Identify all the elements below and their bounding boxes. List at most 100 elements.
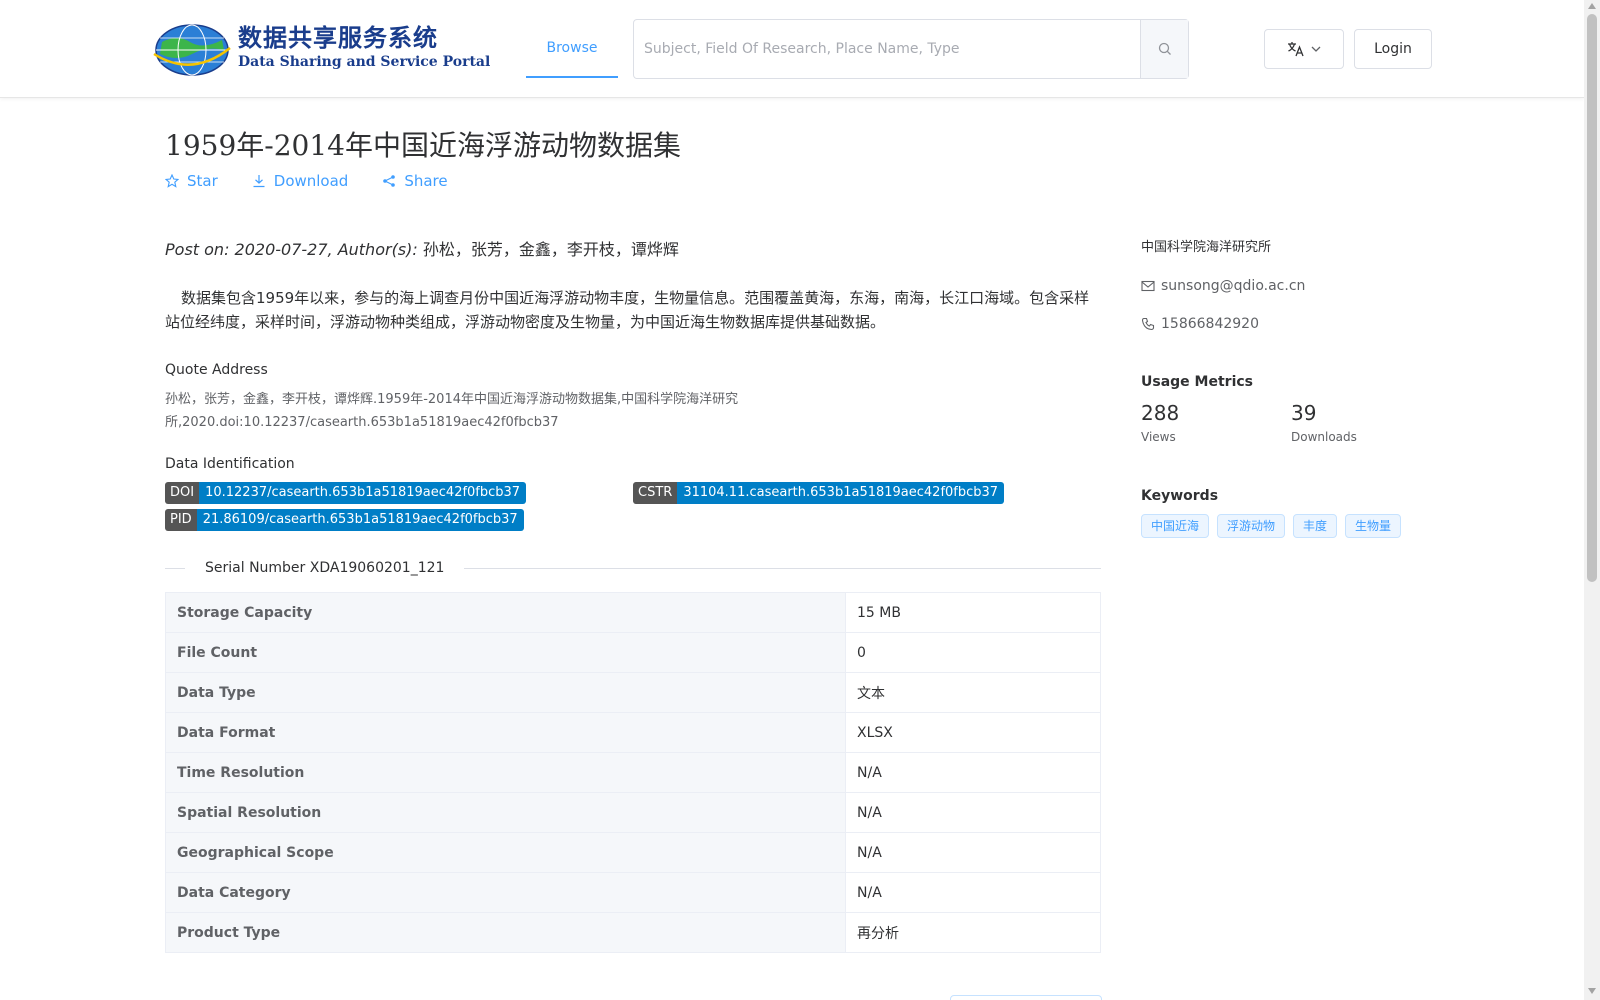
detail-key: Data Type bbox=[165, 672, 846, 713]
share-label: Share bbox=[404, 172, 448, 190]
authors: 孙松，张芳，金鑫，李开枝，谭烨辉 bbox=[422, 240, 679, 259]
logo-english-title: Data Sharing and Service Portal bbox=[238, 54, 491, 70]
contact-phone[interactable]: 15866842920 bbox=[1141, 308, 1441, 340]
post-date: Post on: 2020-07-27, Author(s): bbox=[165, 240, 418, 259]
keyword-tag[interactable]: 丰度 bbox=[1293, 514, 1338, 538]
table-row: Time Resolution N/A bbox=[165, 752, 1101, 793]
star-button[interactable]: Star bbox=[165, 172, 218, 190]
organization-name: 中国科学院海洋研究所 bbox=[1141, 240, 1272, 255]
downloads-label: Downloads bbox=[1291, 430, 1357, 444]
keyword-tag[interactable]: 浮游动物 bbox=[1217, 514, 1286, 538]
doi-badge-value: 10.12237/casearth.653b1a51819aec42f0fbcb… bbox=[199, 482, 527, 504]
views-label: Views bbox=[1141, 430, 1176, 444]
pid-badge[interactable]: PID 21.86109/casearth.653b1a51819aec42f0… bbox=[165, 509, 524, 531]
search-button[interactable] bbox=[1140, 20, 1188, 78]
table-row: Data Format XLSX bbox=[165, 712, 1101, 753]
table-row: File Count 0 bbox=[165, 632, 1101, 673]
detail-value: N/A bbox=[845, 752, 1101, 793]
cstr-badge[interactable]: CSTR 31104.11.casearth.653b1a51819aec42f… bbox=[633, 482, 1005, 504]
detail-key: Data Format bbox=[165, 712, 846, 753]
doi-badge[interactable]: DOI 10.12237/casearth.653b1a51819aec42f0… bbox=[165, 482, 527, 504]
doi-badge-key: DOI bbox=[165, 482, 200, 504]
downloads-metric: 39 Downloads bbox=[1291, 398, 1441, 446]
detail-key: File Count bbox=[165, 632, 846, 673]
downloads-count: 39 bbox=[1291, 401, 1317, 425]
language-switcher[interactable] bbox=[1264, 29, 1344, 69]
table-row: Geographical Scope N/A bbox=[165, 832, 1101, 873]
page-scrollbar[interactable] bbox=[1584, 0, 1600, 1000]
partial-button-below[interactable] bbox=[950, 995, 1102, 1000]
dataset-sidebar: 中国科学院海洋研究所 sunsong@qdio.ac.cn 1586684292… bbox=[1141, 232, 1441, 538]
keyword-tag[interactable]: 生物量 bbox=[1345, 514, 1402, 538]
dataset-main-content: Post on: 2020-07-27, Author(s): 孙松，张芳，金鑫… bbox=[165, 232, 1101, 953]
download-button[interactable]: Download bbox=[252, 172, 349, 190]
detail-value: XLSX bbox=[845, 712, 1101, 753]
table-row: Data Type 文本 bbox=[165, 672, 1101, 713]
detail-value: 文本 bbox=[845, 672, 1101, 713]
serial-number-divider: Serial Number XDA19060201_121 bbox=[165, 556, 1101, 580]
star-icon bbox=[165, 174, 179, 188]
detail-key: Time Resolution bbox=[165, 752, 846, 793]
cstr-badge-key: CSTR bbox=[633, 482, 678, 504]
mail-icon bbox=[1141, 280, 1155, 292]
dataset-title: 1959年-2014年中国近海浮游动物数据集 bbox=[165, 129, 681, 162]
translate-icon bbox=[1288, 42, 1304, 57]
download-icon bbox=[253, 175, 265, 188]
login-button[interactable]: Login bbox=[1354, 29, 1432, 69]
scroll-up-arrow-icon[interactable] bbox=[1588, 3, 1596, 9]
site-logo[interactable]: 数据共享服务系统 Data Sharing and Service Portal bbox=[152, 20, 490, 76]
detail-value: 0 bbox=[845, 632, 1101, 673]
quote-address-label: Quote Address bbox=[165, 362, 268, 378]
share-button[interactable]: Share bbox=[382, 172, 448, 190]
search-bar bbox=[633, 19, 1189, 79]
chevron-down-icon bbox=[1311, 46, 1321, 52]
cstr-badge-value: 31104.11.casearth.653b1a51819aec42f0fbcb… bbox=[677, 482, 1005, 504]
detail-value: N/A bbox=[845, 872, 1101, 913]
identifier-badges: DOI 10.12237/casearth.653b1a51819aec42f0… bbox=[165, 482, 1101, 538]
search-input[interactable] bbox=[634, 20, 1140, 78]
scroll-down-arrow-icon[interactable] bbox=[1588, 988, 1596, 994]
detail-key: Product Type bbox=[165, 912, 846, 953]
scrollbar-thumb[interactable] bbox=[1587, 14, 1597, 582]
dataset-description: 数据集包含1959年以来，参与的海上调查月份中国近海浮游动物丰度，生物量信息。范… bbox=[165, 289, 1090, 331]
detail-key: Geographical Scope bbox=[165, 832, 846, 873]
keyword-tags: 中国近海 浮游动物 丰度 生物量 bbox=[1141, 514, 1441, 538]
usage-metrics-title: Usage Metrics bbox=[1141, 374, 1253, 390]
data-identification-label: Data Identification bbox=[165, 456, 295, 472]
quote-address-text: 孙松，张芳，金鑫，李开枝，谭烨辉.1959年-2014年中国近海浮游动物数据集,… bbox=[165, 392, 739, 430]
table-row: Data Category N/A bbox=[165, 872, 1101, 913]
globe-logo-icon bbox=[153, 24, 231, 76]
phone-text: 15866842920 bbox=[1161, 316, 1259, 332]
detail-key: Spatial Resolution bbox=[165, 792, 846, 833]
pid-badge-key: PID bbox=[165, 509, 197, 531]
email-text: sunsong@qdio.ac.cn bbox=[1161, 278, 1306, 294]
serial-number: Serial Number XDA19060201_121 bbox=[185, 556, 465, 580]
pid-badge-value: 21.86109/casearth.653b1a51819aec42f0fbcb… bbox=[196, 509, 524, 531]
contact-email[interactable]: sunsong@qdio.ac.cn bbox=[1141, 270, 1441, 302]
views-count: 288 bbox=[1141, 401, 1180, 425]
detail-key: Data Category bbox=[165, 872, 846, 913]
detail-value: N/A bbox=[845, 792, 1101, 833]
keywords-title: Keywords bbox=[1141, 488, 1219, 504]
detail-value: N/A bbox=[845, 832, 1101, 873]
detail-value: 15 MB bbox=[845, 592, 1101, 633]
star-label: Star bbox=[187, 172, 218, 190]
keyword-tag[interactable]: 中国近海 bbox=[1141, 514, 1210, 538]
top-header: 数据共享服务系统 Data Sharing and Service Portal… bbox=[0, 0, 1584, 98]
share-icon bbox=[383, 175, 396, 187]
phone-icon bbox=[1141, 317, 1155, 331]
table-row: Storage Capacity 15 MB bbox=[165, 592, 1101, 633]
usage-metrics: 288 Views 39 Downloads bbox=[1141, 398, 1441, 446]
views-metric: 288 Views bbox=[1141, 398, 1291, 446]
table-row: Spatial Resolution N/A bbox=[165, 792, 1101, 833]
detail-key: Storage Capacity bbox=[165, 592, 846, 633]
download-label: Download bbox=[273, 172, 349, 190]
post-info: Post on: 2020-07-27, Author(s): 孙松，张芳，金鑫… bbox=[165, 232, 1101, 268]
search-icon bbox=[1158, 42, 1171, 55]
dataset-details-table: Storage Capacity 15 MB File Count 0 Data Typ… bbox=[165, 592, 1101, 953]
detail-value: 再分析 bbox=[845, 912, 1101, 953]
logo-chinese-title: 数据共享服务系统 bbox=[238, 23, 438, 52]
table-row: Product Type 再分析 bbox=[165, 912, 1101, 953]
dataset-actions: Star Download Share bbox=[165, 172, 448, 190]
nav-browse-tab[interactable]: Browse bbox=[526, 20, 618, 78]
